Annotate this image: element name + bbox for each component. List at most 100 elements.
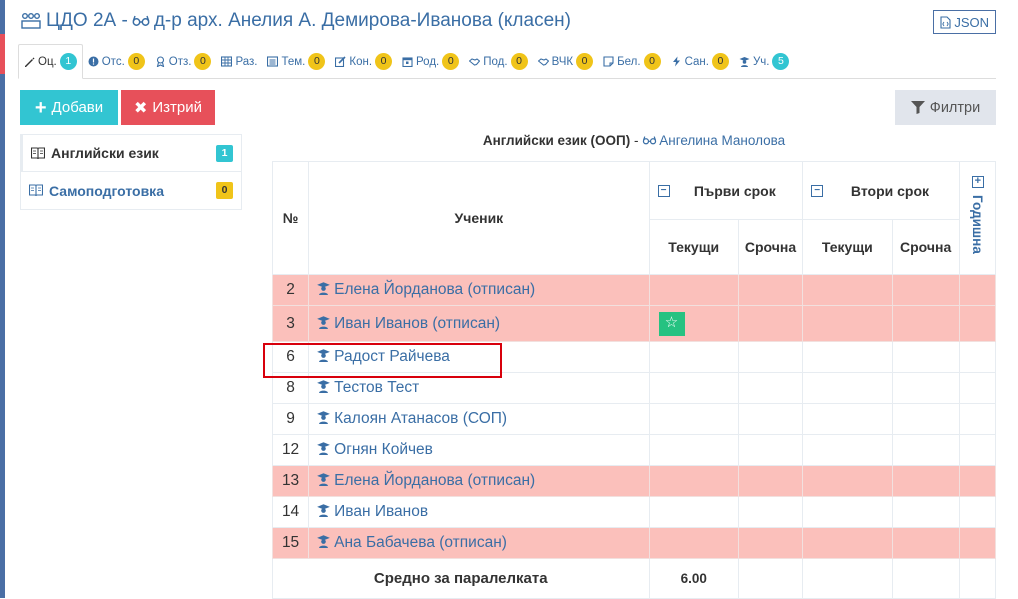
star-icon[interactable]: ☆ [658,311,685,336]
tab-5[interactable]: Тем. 0 [262,45,330,78]
student-name[interactable]: Тестов Тест [334,379,419,396]
grade-cell-annual[interactable] [958,274,997,306]
tab-8[interactable]: Под. 0 [464,45,532,78]
student-name[interactable]: Ана Бабачева (отписан) [334,534,507,551]
student-cell[interactable]: Иван Иванов (отписан) [308,305,650,342]
grade-cell-term1-current[interactable] [648,341,739,373]
grade-cell-annual[interactable] [958,305,997,342]
grade-cell-term2-current[interactable] [802,274,893,306]
expand-annual-icon[interactable]: + [971,176,984,188]
student-cell[interactable]: Калоян Атанасов (СОП) [308,403,650,435]
tab-1[interactable]: Оц. 1 [18,44,83,79]
add-button[interactable]: + Добави [20,90,118,125]
grade-cell-term2-current[interactable] [802,403,893,435]
grade-cell-term1-current[interactable] [648,403,739,435]
grade-cell-term1-current[interactable] [648,465,739,497]
student-cell[interactable]: Иван Иванов [308,496,650,528]
grade-cell-term1-current[interactable] [648,496,739,528]
grade-cell-annual[interactable] [958,434,997,466]
grade-cell-term2-final[interactable] [891,465,960,497]
student-name[interactable]: Иван Иванов [334,503,428,520]
grade-cell-term1-current[interactable] [648,527,739,559]
grade-cell-annual[interactable] [958,465,997,497]
grade-cell-term1-final[interactable] [737,305,804,342]
subtitle-teacher[interactable]: Ангелина Манолова [659,133,785,148]
student-cell[interactable]: Тестов Тест [308,372,650,404]
handshake-icon [469,58,481,66]
student-cell[interactable]: Елена Йорданова (отписан) [308,465,650,497]
student-number: 13 [271,465,310,497]
tab-2[interactable]: Отс. 0 [83,45,150,78]
tab-3[interactable]: Отз. 0 [150,45,217,78]
tab-12[interactable]: Уч. 5 [734,45,795,78]
student-name[interactable]: Радост Райчева [334,348,450,365]
grade-cell-term2-current[interactable] [802,465,893,497]
grade-cell-term1-final[interactable] [737,496,804,528]
grade-cell-term1-current[interactable] [648,372,739,404]
grade-cell-term1-final[interactable] [737,274,804,306]
grade-cell-term2-final[interactable] [891,403,960,435]
grade-cell-annual[interactable] [958,341,997,373]
grade-cell-term2-final[interactable] [891,527,960,559]
filter-button[interactable]: Филтри [895,90,996,125]
collapse-term1-icon[interactable]: − [657,184,670,197]
grade-cell-term2-final[interactable] [891,372,960,404]
grade-cell-annual[interactable] [958,403,997,435]
file-code-icon [940,15,951,29]
delete-button[interactable]: ✖ Изтрий [121,90,215,125]
grade-cell-term2-final[interactable] [891,341,960,373]
student-cell[interactable]: Огнян Койчев [308,434,650,466]
student-cell[interactable]: Елена Йорданова (отписан) [308,274,650,306]
student-name[interactable]: Елена Йорданова (отписан) [334,281,535,298]
student-cell[interactable]: Ана Бабачева (отписан) [308,527,650,559]
grade-cell-term1-current[interactable]: ☆ [648,305,739,342]
json-button[interactable]: JSON [933,10,996,34]
grade-cell-term1-final[interactable] [737,403,804,435]
student-row: 8 Тестов Тест [271,372,997,404]
tab-11[interactable]: Сан. 0 [666,45,734,78]
student-name[interactable]: Огнян Койчев [334,441,433,458]
subject-item[interactable]: Английски език 1 [20,134,242,172]
tab-10[interactable]: Бел. 0 [598,45,665,78]
grade-cell-term1-final[interactable] [737,341,804,373]
tab-count-badge: 0 [576,53,594,70]
grade-cell-term2-final[interactable] [891,305,960,342]
tab-6[interactable]: Кон. 0 [330,45,397,78]
student-icon [317,315,331,329]
tab-label: Сан. [684,55,709,68]
student-name[interactable]: Иван Иванов (отписан) [334,315,500,332]
student-name[interactable]: Елена Йорданова (отписан) [334,472,535,489]
term2-final-header: Срочна [891,219,960,275]
grade-cell-term2-current[interactable] [802,434,893,466]
grade-cell-term2-current[interactable] [802,527,893,559]
grade-cell-term1-final[interactable] [737,465,804,497]
grade-cell-annual[interactable] [958,496,997,528]
filter-icon [910,101,925,114]
collapse-term2-icon[interactable]: − [811,184,824,197]
grade-cell-term2-final[interactable] [891,274,960,306]
grade-cell-term1-final[interactable] [737,372,804,404]
grade-cell-term2-current[interactable] [802,372,893,404]
student-cell[interactable]: Радост Райчева [308,341,650,373]
grade-cell-term1-current[interactable] [648,274,739,306]
tab-9[interactable]: ВЧК 0 [533,45,599,78]
grade-cell-term1-final[interactable] [737,434,804,466]
student-name[interactable]: Калоян Атанасов (СОП) [334,410,507,427]
json-label: JSON [954,14,989,30]
student-icon [317,380,331,393]
grade-cell-term1-current[interactable] [648,434,739,466]
grade-cell-term2-current[interactable] [802,341,893,373]
grade-cell-term2-final[interactable] [891,434,960,466]
table-subtitle: Английски език (ООП) - Ангелина Манолова [272,133,996,148]
grade-cell-term2-current[interactable] [802,305,893,342]
grade-cell-annual[interactable] [958,527,997,559]
grade-cell-term2-final[interactable] [891,496,960,528]
filter-label: Филтри [929,99,981,116]
grade-cell-term2-current[interactable] [802,496,893,528]
tab-4[interactable]: Раз. [216,45,262,78]
subject-item[interactable]: Самоподготовка 0 [20,172,242,210]
pencil-icon [25,57,35,67]
grade-cell-term1-final[interactable] [737,527,804,559]
tab-7[interactable]: Род. 0 [397,45,464,78]
grade-cell-annual[interactable] [958,372,997,404]
